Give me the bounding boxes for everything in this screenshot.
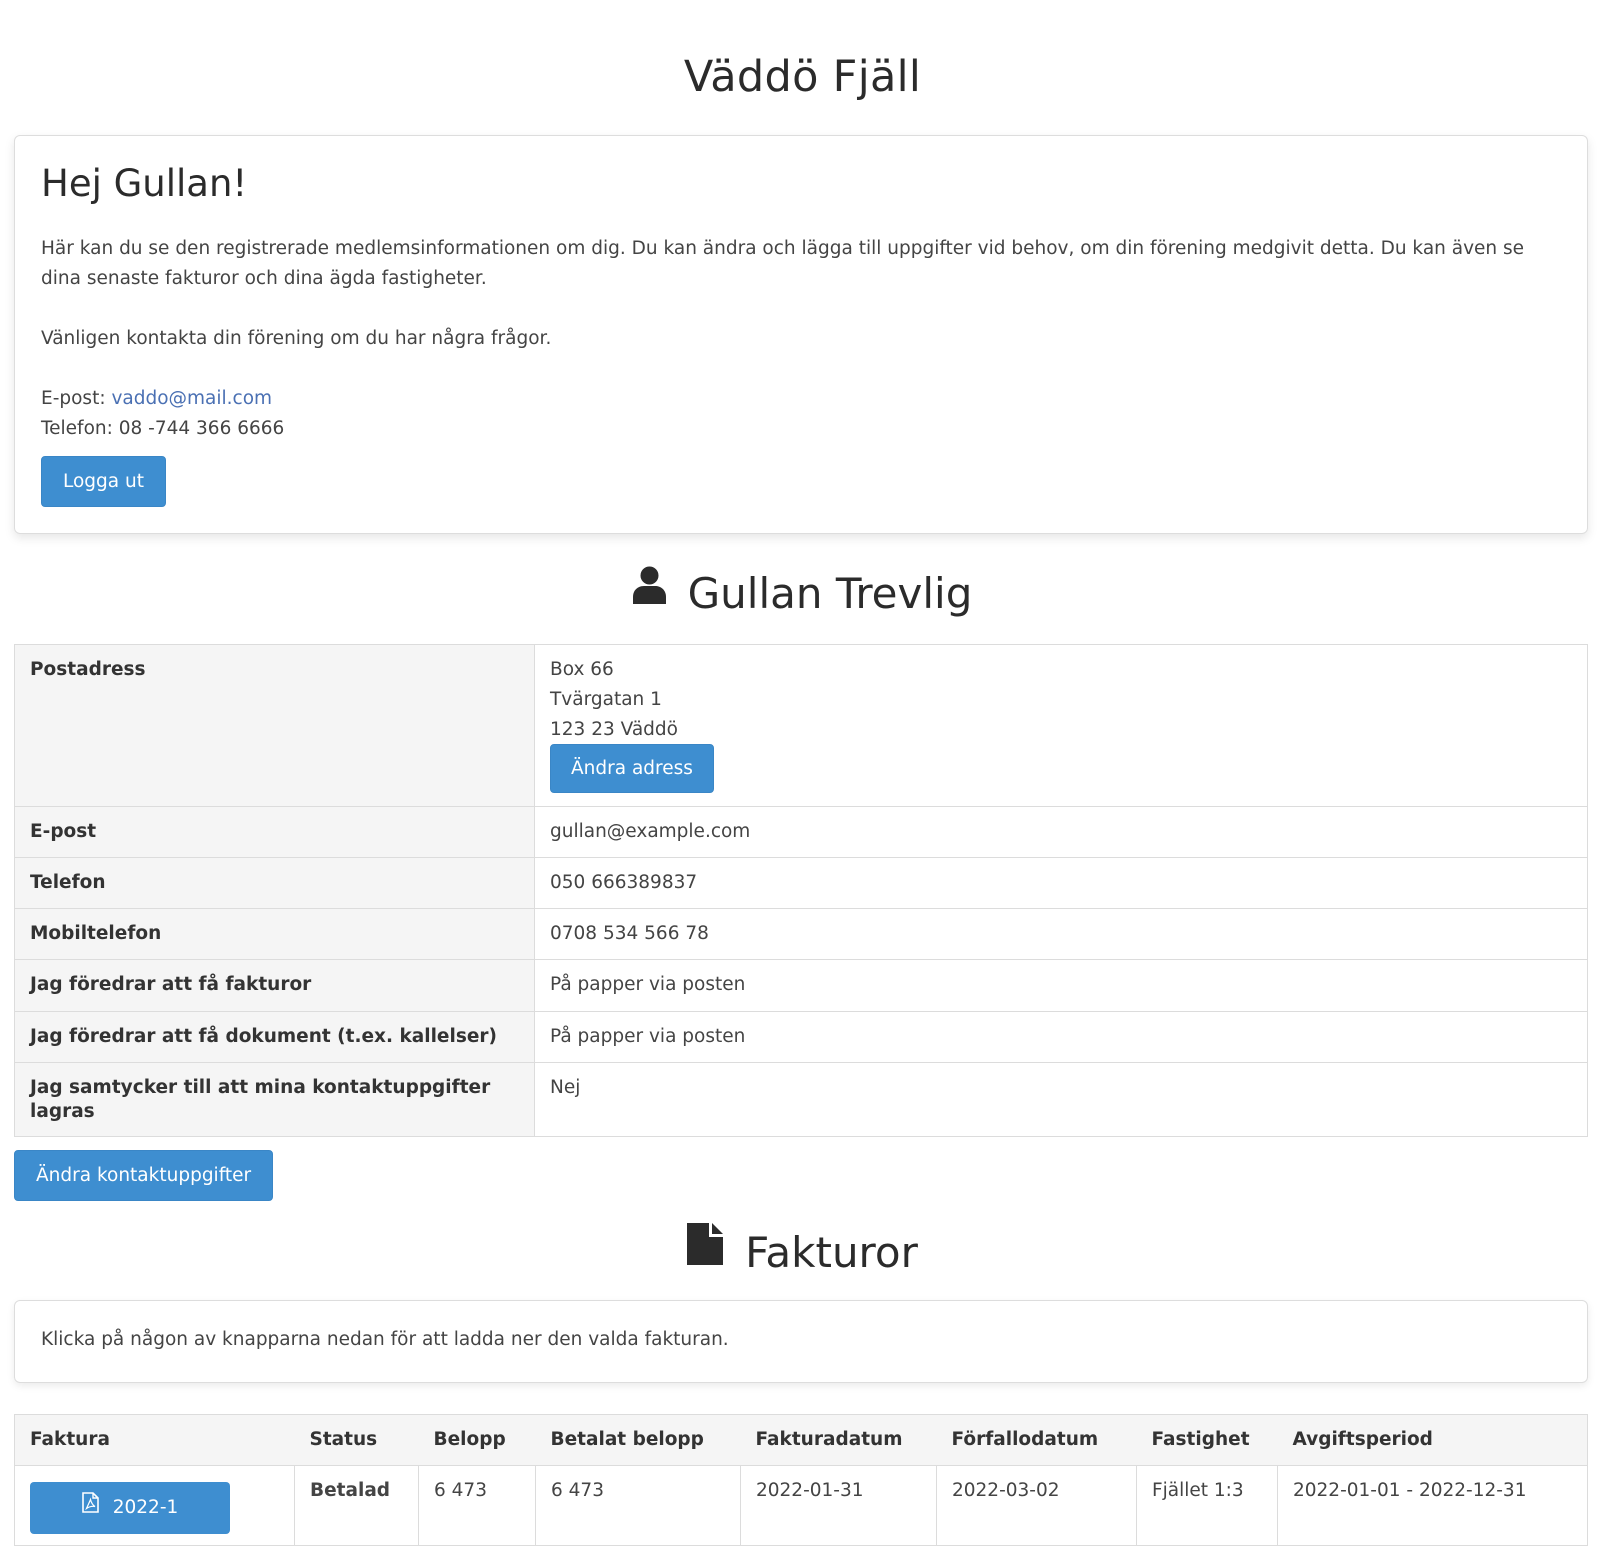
invoice-cell: 2022-1 bbox=[14, 1465, 295, 1546]
row-label: Jag föredrar att få dokument (t.ex. kall… bbox=[14, 1011, 535, 1063]
invoice-paid-amount: 6 473 bbox=[535, 1465, 741, 1546]
address-line: Tvärgatan 1 bbox=[550, 689, 662, 710]
table-row: Mobiltelefon 0708 534 566 78 bbox=[14, 908, 1588, 960]
pdf-file-icon bbox=[81, 1492, 99, 1520]
table-row: Jag föredrar att få fakturor På papper v… bbox=[14, 959, 1588, 1012]
table-header-row: Faktura Status Belopp Betalat belopp Fak… bbox=[14, 1414, 1588, 1466]
row-label: E-post bbox=[14, 806, 535, 858]
table-row: Jag samtycker till att mina kontaktuppgi… bbox=[14, 1062, 1588, 1137]
user-icon bbox=[632, 565, 666, 614]
invoices-title: Fakturor bbox=[745, 1228, 918, 1277]
site-title: Väddö Fjäll bbox=[683, 52, 922, 102]
invoice-number: 2022-1 bbox=[112, 1497, 179, 1518]
column-header: Fakturadatum bbox=[740, 1414, 937, 1466]
logout-button[interactable]: Logga ut bbox=[41, 456, 166, 508]
page: Väddö Fjäll Hej Gullan! Här kan du se de… bbox=[0, 0, 1605, 1555]
address-line: Box 66 bbox=[550, 659, 614, 680]
member-name: Gullan Trevlig bbox=[687, 569, 973, 618]
intro-text: Här kan du se den registrerade medlemsin… bbox=[41, 238, 1525, 290]
row-value: På papper via posten bbox=[534, 959, 1588, 1012]
invoice-status: Betalad bbox=[294, 1465, 419, 1546]
association-phone-line: Telefon: 08 -744 366 6666 bbox=[41, 414, 1561, 444]
row-label: Telefon bbox=[14, 857, 535, 909]
edit-contact-button[interactable]: Ändra kontaktuppgifter bbox=[14, 1150, 274, 1201]
member-info-table: Postadress Box 66 Tvärgatan 1 123 23 Väd… bbox=[14, 644, 1588, 1137]
invoice-property: Fjället 1:3 bbox=[1136, 1465, 1278, 1546]
row-label: Postadress bbox=[14, 644, 535, 807]
column-header: Fastighet bbox=[1136, 1414, 1278, 1466]
invoice-due-date: 2022-03-02 bbox=[936, 1465, 1137, 1546]
row-value: 0708 534 566 78 bbox=[534, 908, 1588, 960]
row-label: Mobiltelefon bbox=[14, 908, 535, 960]
file-icon bbox=[687, 1222, 724, 1275]
edit-address-button[interactable]: Ändra adress bbox=[550, 744, 714, 793]
association-email-line: E-post: vaddo@mail.com bbox=[41, 384, 1561, 414]
table-row: 2022-1 Betalad 6 473 6 473 2022-01-31 20… bbox=[14, 1465, 1588, 1546]
welcome-heading: Hej Gullan! bbox=[41, 162, 248, 205]
invoice-amount: 6 473 bbox=[418, 1465, 536, 1546]
table-row: Jag föredrar att få dokument (t.ex. kall… bbox=[14, 1011, 1588, 1063]
welcome-text: Här kan du se den registrerade medlemsin… bbox=[41, 234, 1561, 354]
table-row: Postadress Box 66 Tvärgatan 1 123 23 Väd… bbox=[14, 644, 1588, 807]
email-label: E-post: bbox=[41, 388, 112, 410]
row-value: 050 666389837 bbox=[534, 857, 1588, 909]
column-header: Status bbox=[294, 1414, 419, 1466]
column-header: Belopp bbox=[418, 1414, 536, 1466]
table-row: Telefon 050 666389837 bbox=[14, 857, 1588, 909]
member-name-heading: Gullan Trevlig bbox=[0, 566, 1605, 618]
postal-address: Box 66 Tvärgatan 1 123 23 Väddö Ändra ad… bbox=[534, 644, 1588, 807]
row-value: gullan@example.com bbox=[534, 806, 1588, 858]
column-header: Faktura bbox=[14, 1414, 295, 1466]
invoice-period: 2022-01-01 - 2022-12-31 bbox=[1277, 1465, 1588, 1546]
invoice-download-note: Klicka på någon av knapparna nedan för a… bbox=[14, 1300, 1588, 1383]
association-phone: 08 -744 366 6666 bbox=[118, 418, 285, 440]
column-header: Avgiftsperiod bbox=[1277, 1414, 1588, 1466]
invoice-date: 2022-01-31 bbox=[740, 1465, 937, 1546]
row-label: Jag samtycker till att mina kontaktuppgi… bbox=[14, 1062, 535, 1137]
phone-label: Telefon: bbox=[41, 418, 119, 440]
address-line: 123 23 Väddö bbox=[550, 719, 678, 740]
contact-prompt: Vänligen kontakta din förening om du har… bbox=[41, 328, 552, 350]
association-email-link[interactable]: vaddo@mail.com bbox=[111, 388, 272, 409]
table-row: E-post gullan@example.com bbox=[14, 806, 1588, 858]
row-value: På papper via posten bbox=[534, 1011, 1588, 1063]
invoices-heading: Fakturor bbox=[0, 1222, 1605, 1279]
welcome-panel: Hej Gullan! Här kan du se den registrera… bbox=[14, 135, 1588, 534]
row-value: Nej bbox=[534, 1062, 1588, 1137]
invoice-table: Faktura Status Belopp Betalat belopp Fak… bbox=[14, 1414, 1588, 1546]
column-header: Betalat belopp bbox=[535, 1414, 741, 1466]
column-header: Förfallodatum bbox=[936, 1414, 1137, 1466]
download-invoice-button[interactable]: 2022-1 bbox=[30, 1482, 230, 1534]
row-label: Jag föredrar att få fakturor bbox=[14, 959, 535, 1012]
